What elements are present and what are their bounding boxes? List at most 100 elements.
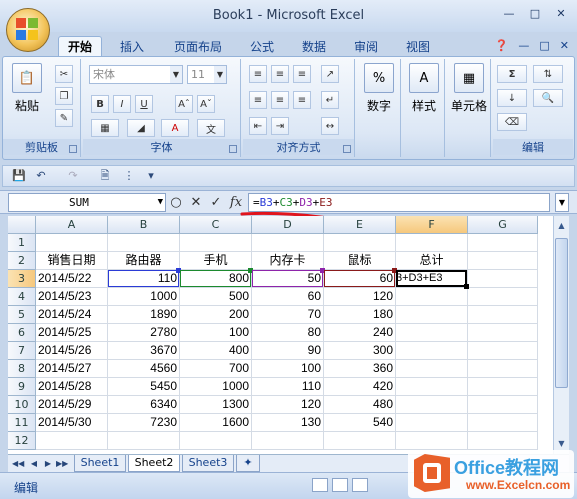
cell-b11[interactable]: 7230 — [108, 414, 180, 432]
font-launcher[interactable] — [229, 145, 237, 153]
merge-center-icon[interactable]: ↔ — [321, 117, 339, 135]
column-header-a[interactable]: A — [36, 216, 108, 234]
cell-d8[interactable]: 100 — [252, 360, 324, 378]
first-sheet-icon[interactable]: ◀◀ — [12, 457, 24, 471]
align-middle-icon[interactable]: ≡ — [271, 65, 289, 83]
cell-e9[interactable]: 420 — [324, 378, 396, 396]
cells-button[interactable]: ▦ 单元格 — [449, 63, 489, 114]
office-button[interactable] — [6, 8, 50, 52]
cell-g7[interactable] — [468, 342, 538, 360]
page-layout-view-icon[interactable] — [332, 478, 348, 492]
tab-data[interactable]: 数据 — [292, 36, 336, 56]
cell-a10[interactable]: 2014/5/29 — [36, 396, 108, 414]
cell-g12[interactable] — [468, 432, 538, 450]
minimize-button[interactable]: — — [497, 4, 521, 22]
cell-e1[interactable] — [324, 234, 396, 252]
column-header-d[interactable]: D — [252, 216, 324, 234]
grow-font-icon[interactable]: Aˆ — [175, 95, 193, 113]
cell-c8[interactable]: 700 — [180, 360, 252, 378]
save-icon[interactable]: 💾 — [11, 168, 27, 184]
cell-f9[interactable] — [396, 378, 468, 396]
find-icon[interactable]: 🔍 — [533, 89, 563, 107]
font-size-select[interactable]: 11 ▼ — [187, 65, 227, 84]
row-header-5[interactable]: 5 — [8, 306, 36, 324]
fill-icon[interactable]: ↓ — [497, 89, 527, 107]
cell-e12[interactable] — [324, 432, 396, 450]
close-button[interactable]: ✕ — [549, 4, 573, 22]
cell-g8[interactable] — [468, 360, 538, 378]
paste-button[interactable]: 📋 粘贴 — [7, 63, 47, 114]
vertical-scrollbar[interactable]: ▲ ▼ — [553, 216, 569, 454]
cell-e3[interactable]: 60 — [324, 270, 396, 288]
cancel-icon[interactable]: ✕ — [188, 195, 204, 210]
cell-d1[interactable] — [252, 234, 324, 252]
tab-formulas[interactable]: 公式 — [240, 36, 284, 56]
row-header-11[interactable]: 11 — [8, 414, 36, 432]
cell-g1[interactable] — [468, 234, 538, 252]
italic-button[interactable]: I — [113, 95, 131, 113]
format-painter-icon[interactable]: ✎ — [55, 109, 73, 127]
tab-page-layout[interactable]: 页面布局 — [168, 36, 228, 56]
cell-g6[interactable] — [468, 324, 538, 342]
align-top-icon[interactable]: ≡ — [249, 65, 267, 83]
cell-b7[interactable]: 3670 — [108, 342, 180, 360]
bold-button[interactable]: B — [91, 95, 109, 113]
fill-handle[interactable] — [464, 284, 469, 289]
tab-insert[interactable]: 插入 — [110, 36, 154, 56]
normal-view-icon[interactable] — [312, 478, 328, 492]
row-header-2[interactable]: 2 — [8, 252, 36, 270]
prev-sheet-icon[interactable]: ◀ — [28, 457, 40, 471]
expand-formula-icon[interactable]: ▼ — [555, 193, 569, 212]
column-header-g[interactable]: G — [468, 216, 538, 234]
cell-c5[interactable]: 200 — [180, 306, 252, 324]
worksheet-grid[interactable]: A B C D E F G 1 2 3 4 5 6 7 8 9 10 11 12 销售日期 路由器 手机 内存卡 鼠标 总计 20… — [8, 216, 553, 454]
ribbon-restore-icon[interactable]: □ — [539, 39, 549, 52]
cell-b4[interactable]: 1000 — [108, 288, 180, 306]
next-sheet-icon[interactable]: ▶ — [42, 457, 54, 471]
number-format-button[interactable]: % 数字 — [359, 63, 399, 114]
autosum-icon[interactable]: Σ — [497, 65, 527, 83]
styles-button[interactable]: A 样式 — [404, 63, 444, 114]
cell-e5[interactable]: 180 — [324, 306, 396, 324]
cell-g10[interactable] — [468, 396, 538, 414]
cut-icon[interactable]: ✂ — [55, 65, 73, 83]
undo-icon[interactable]: ↶ — [33, 168, 49, 184]
row-header-8[interactable]: 8 — [8, 360, 36, 378]
cell-e2[interactable]: 鼠标 — [324, 252, 396, 270]
copy-icon[interactable]: ❐ — [55, 87, 73, 105]
cell-b1[interactable] — [108, 234, 180, 252]
expand-dots-icon[interactable]: ○ — [168, 195, 184, 210]
cell-b8[interactable]: 4560 — [108, 360, 180, 378]
cell-d9[interactable]: 110 — [252, 378, 324, 396]
font-color-icon[interactable]: A — [161, 119, 189, 137]
cell-b5[interactable]: 1890 — [108, 306, 180, 324]
cell-c12[interactable] — [180, 432, 252, 450]
clear-icon[interactable]: ⌫ — [497, 113, 527, 131]
customize-qat-icon[interactable]: ▾ — [143, 168, 159, 184]
cell-f8[interactable] — [396, 360, 468, 378]
help-icon[interactable]: ❓ — [495, 39, 509, 52]
clipboard-launcher[interactable] — [69, 145, 77, 153]
cell-a1[interactable] — [36, 234, 108, 252]
cell-e6[interactable]: 240 — [324, 324, 396, 342]
cell-c3[interactable]: 800 — [180, 270, 252, 288]
align-bottom-icon[interactable]: ≡ — [293, 65, 311, 83]
scroll-up-icon[interactable]: ▲ — [554, 218, 569, 234]
cell-d7[interactable]: 90 — [252, 342, 324, 360]
ribbon-close-icon[interactable]: ✕ — [560, 39, 569, 52]
redo-icon[interactable]: ↷ — [65, 168, 81, 184]
row-header-7[interactable]: 7 — [8, 342, 36, 360]
row-header-4[interactable]: 4 — [8, 288, 36, 306]
orientation-icon[interactable]: ↗ — [321, 65, 339, 83]
cell-b6[interactable]: 2780 — [108, 324, 180, 342]
name-box[interactable]: SUM ▼ — [8, 193, 166, 212]
cell-f5[interactable] — [396, 306, 468, 324]
cell-f2[interactable]: 总计 — [396, 252, 468, 270]
cell-a5[interactable]: 2014/5/24 — [36, 306, 108, 324]
align-left-icon[interactable]: ≡ — [249, 91, 267, 109]
cell-c4[interactable]: 500 — [180, 288, 252, 306]
tab-sheet3[interactable]: Sheet3 — [182, 455, 234, 472]
cell-d5[interactable]: 70 — [252, 306, 324, 324]
column-header-f[interactable]: F — [396, 216, 468, 234]
last-sheet-icon[interactable]: ▶▶ — [56, 457, 68, 471]
